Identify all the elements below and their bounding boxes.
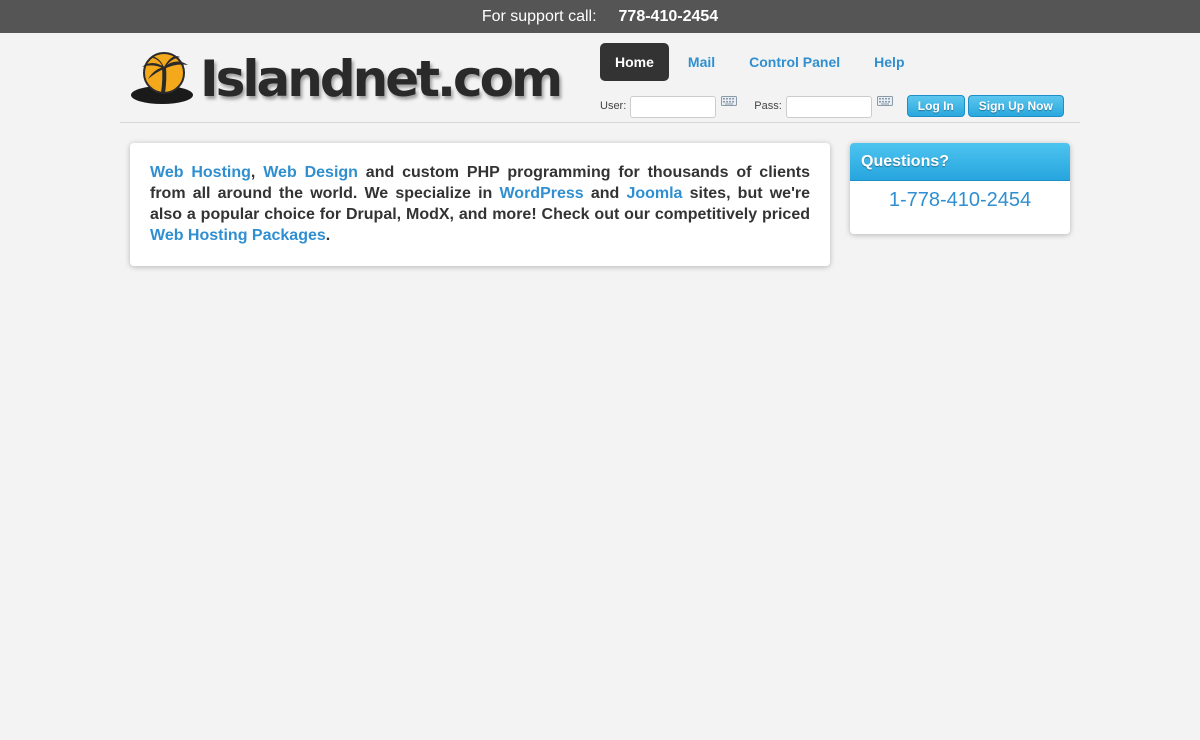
main-nav: Home Mail Control Panel Help [600,43,924,81]
intro-text: , [250,164,264,181]
support-bar: For support call: 778-410-2454 [0,0,1200,33]
web-hosting-packages-link[interactable]: Web Hosting Packages [150,227,326,244]
support-phone: 778-410-2454 [618,7,719,25]
nav-help[interactable]: Help [859,43,919,81]
intro-card: Web Hosting, Web Design and custom PHP p… [130,143,830,266]
site-logo[interactable]: Islandnet.com [130,49,563,109]
palm-island-icon [131,52,193,104]
logo-text: Islandnet.com [200,50,563,108]
web-design-link[interactable]: Web Design [263,164,358,181]
nav-control-panel[interactable]: Control Panel [734,43,855,81]
signup-button[interactable]: Sign Up Now [967,95,1064,117]
login-form: User: Pass: Log In Sign Up Now [600,94,1064,118]
intro-text: . [325,227,331,244]
support-label: For support call: [481,7,597,25]
questions-box: Questions? 1-778-410-2454 [850,143,1070,234]
password-input[interactable] [785,96,872,118]
user-input[interactable] [630,96,717,118]
questions-title: Questions? [850,143,1070,181]
login-button[interactable]: Log In [906,95,965,117]
nav-home[interactable]: Home [600,43,669,81]
keyboard-icon[interactable] [721,96,738,106]
wordpress-link[interactable]: WordPress [499,185,583,202]
intro-text: and [583,185,627,202]
pass-label: Pass: [754,100,782,112]
joomla-link[interactable]: Joomla [626,185,682,202]
keyboard-icon[interactable] [876,96,893,106]
nav-mail[interactable]: Mail [673,43,730,81]
user-label: User: [600,100,627,112]
questions-phone[interactable]: 1-778-410-2454 [850,181,1070,234]
web-hosting-link[interactable]: Web Hosting [150,164,251,181]
site-header: Islandnet.com Home Mail Control Panel He… [120,33,1080,123]
